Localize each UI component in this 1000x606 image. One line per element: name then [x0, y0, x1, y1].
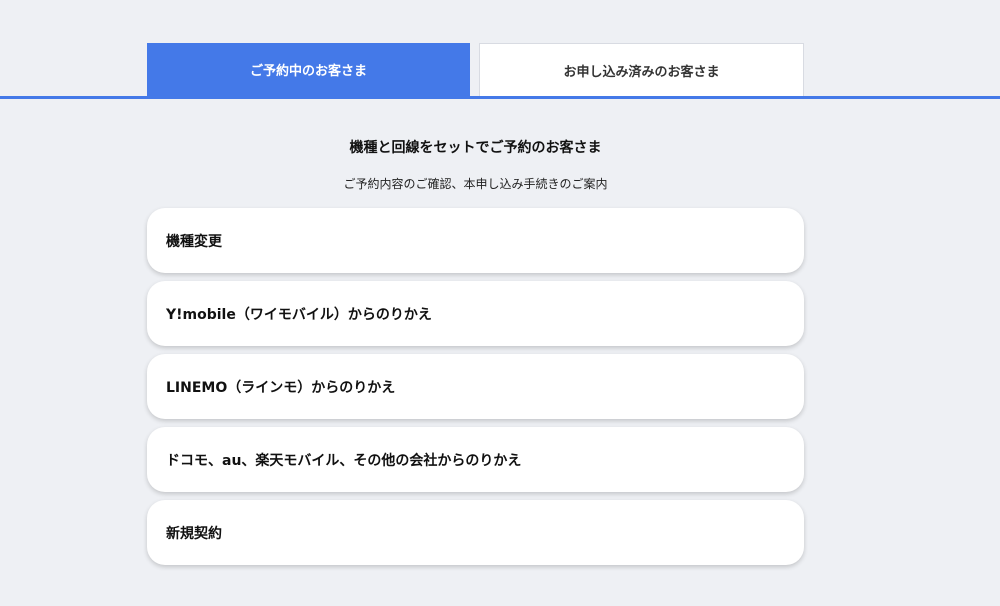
- option-label: ドコモ、au、楽天モバイル、その他の会社からのりかえ: [166, 452, 522, 469]
- page-heading: 機種と回線をセットでご予約のお客さま: [349, 140, 602, 156]
- option-switch-from-linemo[interactable]: LINEMO（ラインモ）からのりかえ: [147, 354, 804, 419]
- option-label: LINEMO（ラインモ）からのりかえ: [166, 379, 396, 396]
- page-subheading: ご予約内容のご確認、本申し込み手続きのご案内: [343, 177, 608, 191]
- option-label: 機種変更: [166, 233, 222, 250]
- option-model-change[interactable]: 機種変更: [147, 208, 804, 273]
- tab-bar: ご予約中のお客さま お申し込み済みのお客さま: [147, 43, 804, 96]
- top-bar: ご予約中のお客さま お申し込み済みのお客さま: [0, 0, 1000, 99]
- tab-applied-customers[interactable]: お申し込み済みのお客さま: [479, 43, 804, 96]
- option-label: 新規契約: [166, 525, 222, 542]
- tab-reserving-customers[interactable]: ご予約中のお客さま: [147, 43, 470, 96]
- option-list: 機種変更 Y!mobile（ワイモバイル）からのりかえ LINEMO（ラインモ）…: [147, 208, 804, 565]
- option-label: Y!mobile（ワイモバイル）からのりかえ: [166, 306, 432, 323]
- option-switch-from-ymobile[interactable]: Y!mobile（ワイモバイル）からのりかえ: [147, 281, 804, 346]
- option-switch-from-other-carriers[interactable]: ドコモ、au、楽天モバイル、その他の会社からのりかえ: [147, 427, 804, 492]
- option-new-contract[interactable]: 新規契約: [147, 500, 804, 565]
- main-content: 機種と回線をセットでご予約のお客さま ご予約内容のご確認、本申し込み手続きのご案…: [147, 99, 804, 565]
